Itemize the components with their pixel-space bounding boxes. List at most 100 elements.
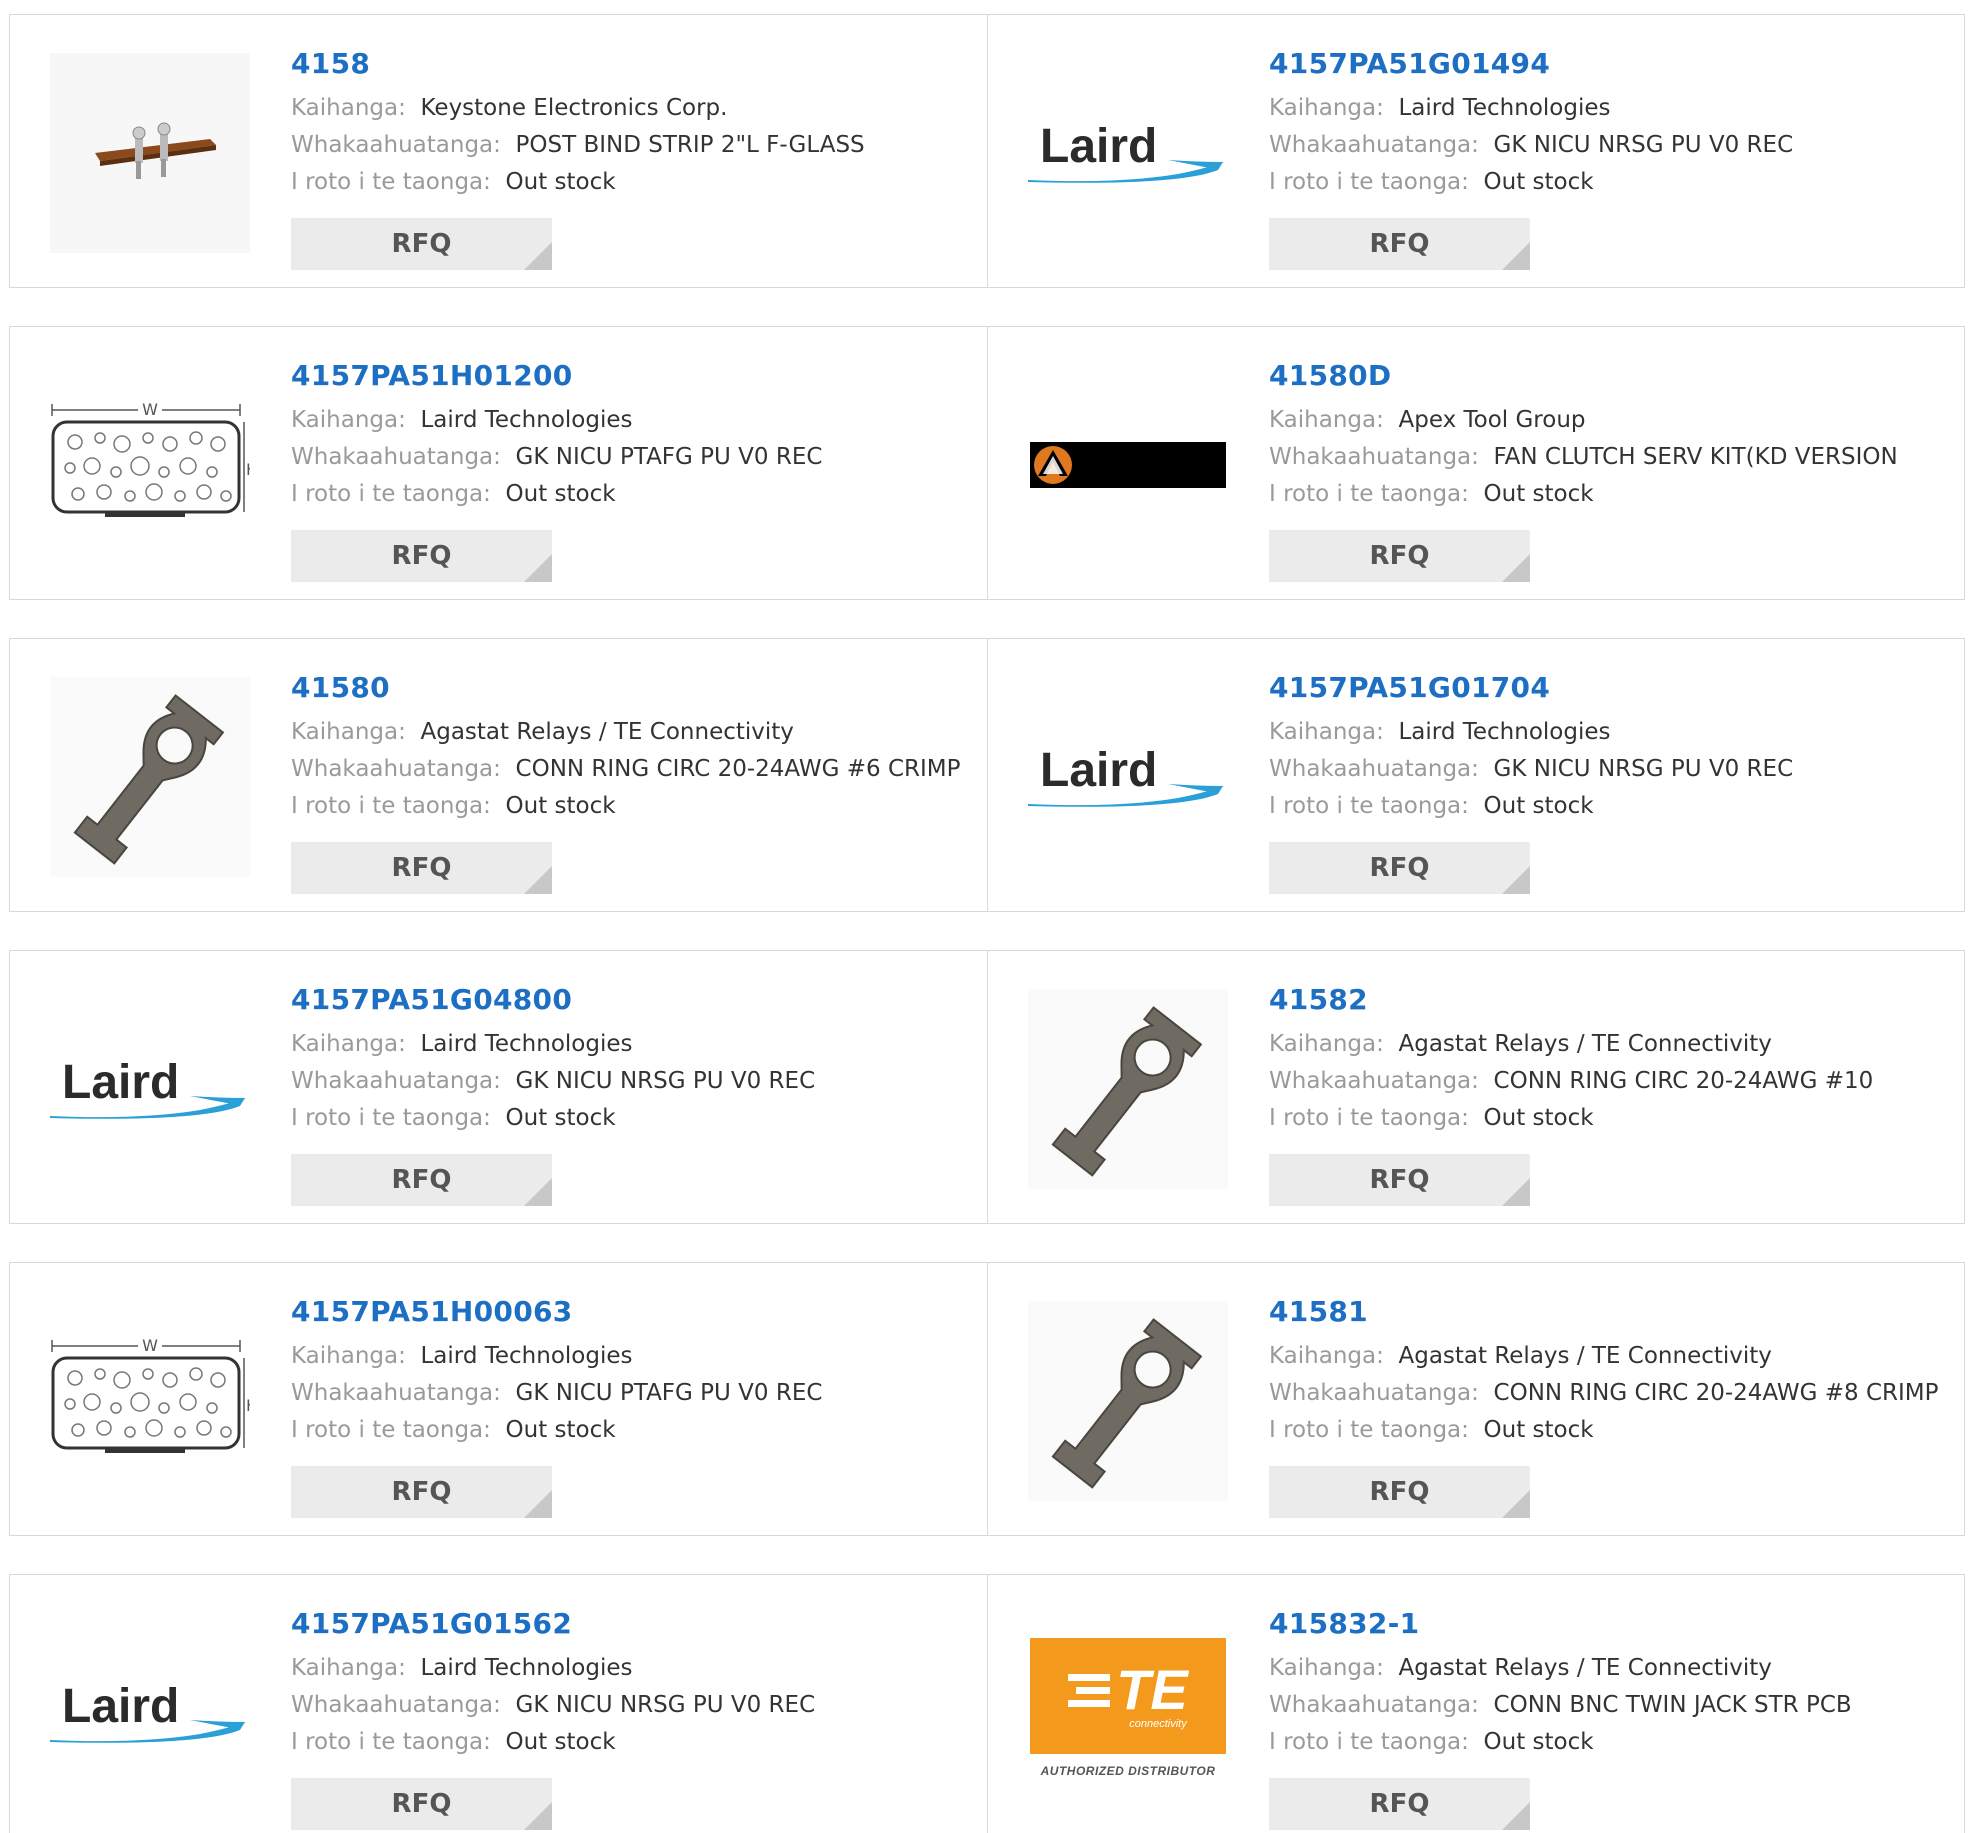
rfq-button[interactable]: RFQ	[291, 1466, 552, 1518]
part-number-link[interactable]: 4157PA51G01562	[291, 1607, 967, 1641]
part-number-link[interactable]: 41582	[1269, 983, 1945, 1017]
stock-label: I roto i te taonga:	[291, 169, 491, 195]
description-line: Whakaahuatanga: GK NICU PTAFG PU V0 REC	[291, 1375, 967, 1412]
description-line: Whakaahuatanga: CONN RING CIRC 20-24AWG …	[1269, 1375, 1945, 1412]
manufacturer-line: Kaihanga: Laird Technologies	[291, 1650, 967, 1687]
product-thumbnail[interactable]	[50, 677, 250, 877]
rfq-button[interactable]: RFQ	[291, 1154, 552, 1206]
part-number-link[interactable]: 41580D	[1269, 359, 1945, 393]
manufacturer-line: Kaihanga: Keystone Electronics Corp.	[291, 90, 967, 127]
stock-value: Out stock	[1483, 1105, 1594, 1131]
product-info: 415832-1 Kaihanga: Agastat Relays / TE Co…	[1269, 1607, 1945, 1761]
product-thumbnail[interactable]: TE connectivity AUTHORIZED DISTRIBUTOR	[1028, 1613, 1228, 1813]
part-number-link[interactable]: 415832-1	[1269, 1607, 1945, 1641]
description-label: Whakaahuatanga:	[291, 132, 501, 158]
svg-text:W: W	[142, 1336, 158, 1355]
product-thumbnail[interactable]	[1028, 365, 1228, 565]
manufacturer-line: Kaihanga: Agastat Relays / TE Connectivi…	[1269, 1650, 1945, 1687]
manufacturer-value: Agastat Relays / TE Connectivity	[420, 719, 794, 745]
rfq-button[interactable]: RFQ	[1269, 1466, 1530, 1518]
part-number-link[interactable]: 4158	[291, 47, 967, 81]
svg-text:Laird: Laird	[62, 1056, 179, 1109]
manufacturer-value: Laird Technologies	[420, 1031, 633, 1057]
corner-fold-icon	[524, 242, 552, 270]
product-thumbnail[interactable]: Laird	[50, 1613, 250, 1813]
description-value: CONN RING CIRC 20-24AWG #10	[1493, 1068, 1874, 1094]
description-line: Whakaahuatanga: GK NICU NRSG PU V0 REC	[291, 1687, 967, 1724]
rfq-button[interactable]: RFQ	[1269, 218, 1530, 270]
apex-logo	[1030, 442, 1226, 488]
product-row: Laird 4157PA51G04800 Kaihanga: Laird Tech…	[9, 950, 1965, 1224]
manufacturer-line: Kaihanga: Agastat Relays / TE Connectivi…	[1269, 1338, 1945, 1375]
rfq-label: RFQ	[391, 229, 452, 259]
product-thumbnail[interactable]: Laird	[1028, 53, 1228, 253]
rfq-button[interactable]: RFQ	[291, 530, 552, 582]
manufacturer-value: Keystone Electronics Corp.	[420, 95, 728, 121]
manufacturer-value: Agastat Relays / TE Connectivity	[1398, 1655, 1772, 1681]
rfq-button[interactable]: RFQ	[291, 842, 552, 894]
stock-value: Out stock	[1483, 1729, 1594, 1755]
product-info: 4157PA51H00063 Kaihanga: Laird Technologi…	[291, 1295, 967, 1449]
stock-line: I roto i te taonga: Out stock	[291, 788, 967, 825]
part-number-link[interactable]: 4157PA51G01704	[1269, 671, 1945, 705]
rfq-label: RFQ	[1369, 1477, 1430, 1507]
stock-label: I roto i te taonga:	[1269, 1417, 1469, 1443]
stock-line: I roto i te taonga: Out stock	[291, 164, 967, 201]
corner-fold-icon	[524, 1178, 552, 1206]
product-row: W H 4157PA51H01200 Kaihanga: Laird Techno…	[9, 326, 1965, 600]
rfq-button[interactable]: RFQ	[1269, 530, 1530, 582]
part-number-link[interactable]: 4157PA51G04800	[291, 983, 967, 1017]
rfq-button[interactable]: RFQ	[1269, 842, 1530, 894]
manufacturer-label: Kaihanga:	[291, 407, 406, 433]
rfq-button[interactable]: RFQ	[1269, 1154, 1530, 1206]
corner-fold-icon	[524, 554, 552, 582]
rfq-label: RFQ	[391, 853, 452, 883]
stock-line: I roto i te taonga: Out stock	[291, 476, 967, 513]
product-thumbnail[interactable]: Laird	[50, 989, 250, 1189]
product-thumbnail[interactable]	[1028, 989, 1228, 1189]
stock-value: Out stock	[1483, 1417, 1594, 1443]
product-thumbnail[interactable]	[50, 53, 250, 253]
description-line: Whakaahuatanga: POST BIND STRIP 2"L F-GL…	[291, 127, 967, 164]
stock-value: Out stock	[505, 1105, 616, 1131]
part-number-link[interactable]: 4157PA51H01200	[291, 359, 967, 393]
rfq-label: RFQ	[391, 541, 452, 571]
part-number-link[interactable]: 41580	[291, 671, 967, 705]
part-number-link[interactable]: 4157PA51H00063	[291, 1295, 967, 1329]
stock-label: I roto i te taonga:	[291, 1729, 491, 1755]
product-info: 41582 Kaihanga: Agastat Relays / TE Conne…	[1269, 983, 1945, 1137]
manufacturer-value: Agastat Relays / TE Connectivity	[1398, 1031, 1772, 1057]
part-number-link[interactable]: 41581	[1269, 1295, 1945, 1329]
product-row: 4158 Kaihanga: Keystone Electronics Corp.…	[9, 14, 1965, 288]
product-card: Laird 4157PA51G01562 Kaihanga: Laird Tech…	[10, 1575, 987, 1833]
svg-text:W: W	[142, 400, 158, 419]
part-number-link[interactable]: 4157PA51G01494	[1269, 47, 1945, 81]
stock-line: I roto i te taonga: Out stock	[1269, 1412, 1945, 1449]
stock-line: I roto i te taonga: Out stock	[291, 1412, 967, 1449]
description-line: Whakaahuatanga: GK NICU NRSG PU V0 REC	[1269, 127, 1945, 164]
product-thumbnail[interactable]: W H	[50, 1301, 250, 1501]
rfq-button[interactable]: RFQ	[291, 218, 552, 270]
rfq-label: RFQ	[1369, 1165, 1430, 1195]
rfq-label: RFQ	[391, 1477, 452, 1507]
manufacturer-value: Laird Technologies	[420, 1655, 633, 1681]
rfq-label: RFQ	[391, 1165, 452, 1195]
stock-value: Out stock	[505, 169, 616, 195]
description-value: FAN CLUTCH SERV KIT(KD VERSION	[1493, 444, 1898, 470]
product-thumbnail[interactable]: W H	[50, 365, 250, 565]
manufacturer-label: Kaihanga:	[1269, 95, 1384, 121]
product-thumbnail[interactable]	[1028, 1301, 1228, 1501]
description-label: Whakaahuatanga:	[291, 756, 501, 782]
stock-line: I roto i te taonga: Out stock	[1269, 1100, 1945, 1137]
corner-fold-icon	[1502, 242, 1530, 270]
rfq-button[interactable]: RFQ	[291, 1778, 552, 1830]
description-value: GK NICU NRSG PU V0 REC	[515, 1068, 816, 1094]
description-label: Whakaahuatanga:	[291, 1692, 501, 1718]
manufacturer-line: Kaihanga: Laird Technologies	[1269, 90, 1945, 127]
laird-logo: Laird	[1028, 744, 1224, 807]
description-line: Whakaahuatanga: CONN BNC TWIN JACK STR P…	[1269, 1687, 1945, 1724]
corner-fold-icon	[1502, 1490, 1530, 1518]
product-thumbnail[interactable]: Laird	[1028, 677, 1228, 877]
description-line: Whakaahuatanga: GK NICU NRSG PU V0 REC	[291, 1063, 967, 1100]
rfq-button[interactable]: RFQ	[1269, 1778, 1530, 1830]
